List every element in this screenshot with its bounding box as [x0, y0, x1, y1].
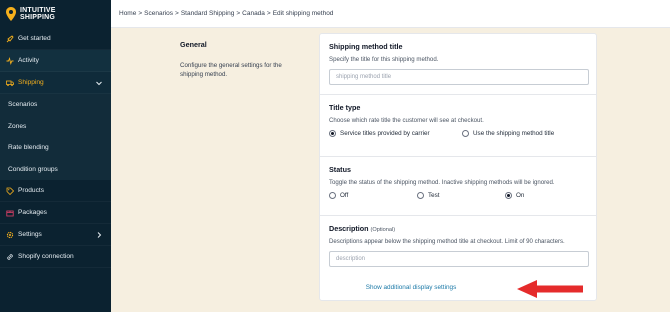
radio-label: Service titles provided by carrier	[340, 130, 430, 137]
description-input[interactable]: description	[329, 251, 589, 267]
package-icon	[6, 209, 14, 217]
sidebar-item-shopify-connection[interactable]: Shopify connection	[0, 246, 111, 268]
title-type-radio-group: Service titles provided by carrier Use t…	[329, 130, 587, 137]
radio-label: Test	[428, 192, 440, 199]
description-help: Descriptions appear below the shipping m…	[329, 238, 565, 245]
breadcrumb-current: Edit shipping method	[272, 10, 334, 17]
sidebar-item-packages[interactable]: Packages	[0, 202, 111, 224]
sidebar-subitem-scenarios[interactable]: Scenarios	[0, 94, 111, 116]
chevron-down-icon	[96, 81, 102, 86]
sidebar-item-settings[interactable]: Settings	[0, 224, 111, 246]
general-description: Configure the general settings for the s…	[180, 62, 282, 78]
method-title-label: Shipping method title	[329, 42, 403, 51]
rocket-icon	[6, 34, 14, 43]
radio-label: Use the shipping method title	[473, 130, 555, 137]
link-icon	[6, 253, 14, 261]
radio-carrier-titles[interactable]: Service titles provided by carrier	[329, 130, 462, 137]
radio-unselected-icon	[417, 192, 424, 199]
description-label: Description (Optional)	[329, 224, 587, 233]
tag-icon	[6, 187, 14, 195]
sidebar-item-label: Get started	[18, 35, 51, 42]
description-section: Description (Optional) Descriptions appe…	[320, 216, 596, 276]
sidebar-subitem-label: Zones	[8, 122, 27, 130]
sidebar-subitem-label: Scenarios	[8, 101, 38, 109]
sidebar-subitem-condition-groups[interactable]: Condition groups	[0, 158, 111, 180]
radio-status-test[interactable]: Test	[417, 192, 505, 199]
status-section: Status Toggle the status of the shipping…	[320, 157, 596, 216]
sidebar-item-activity[interactable]: Activity	[0, 50, 111, 72]
radio-status-on[interactable]: On	[505, 192, 524, 199]
sidebar-subitem-label: Rate blending	[8, 144, 49, 152]
general-section-intro: General Configure the general settings f…	[180, 40, 300, 79]
breadcrumb-canada[interactable]: Canada	[242, 10, 265, 17]
radio-method-title[interactable]: Use the shipping method title	[462, 130, 554, 137]
general-title: General	[180, 40, 207, 49]
radio-status-off[interactable]: Off	[329, 192, 417, 199]
sidebar-item-label: Shipping	[18, 79, 44, 86]
sidebar-item-label: Products	[18, 187, 45, 194]
sidebar-item-label: Shopify connection	[18, 253, 74, 260]
sidebar-nav: Get started Activity Shipping Scenarios …	[0, 28, 111, 268]
breadcrumb-standard-shipping[interactable]: Standard Shipping	[181, 10, 235, 17]
truck-icon	[6, 79, 14, 87]
radio-label: On	[516, 192, 525, 199]
radio-unselected-icon	[462, 130, 469, 137]
brand-line-1: INTUITIVE	[20, 7, 56, 14]
sidebar-subitem-label: Condition groups	[8, 165, 58, 173]
radio-label: Off	[340, 192, 349, 199]
sidebar-item-products[interactable]: Products	[0, 180, 111, 202]
breadcrumb-separator: >	[266, 10, 271, 17]
breadcrumb-separator: >	[175, 10, 179, 17]
radio-selected-icon	[505, 192, 512, 199]
activity-icon	[6, 56, 14, 65]
breadcrumb-home[interactable]: Home	[119, 10, 136, 17]
optional-tag: (Optional)	[370, 227, 396, 233]
sidebar-subitem-rate-blending[interactable]: Rate blending	[0, 137, 111, 159]
chevron-right-icon	[97, 232, 102, 238]
breadcrumb: Home > Scenarios > Standard Shipping > Cana…	[111, 0, 670, 28]
sidebar-subitem-zones[interactable]: Zones	[0, 115, 111, 137]
gear-icon	[6, 231, 14, 239]
brand-line-2: SHIPPING	[20, 14, 56, 21]
sidebar-item-get-started[interactable]: Get started	[0, 28, 111, 50]
sidebar-item-label: Activity	[18, 57, 39, 64]
brand-logo[interactable]: INTUITIVE SHIPPING	[0, 0, 111, 28]
title-type-section: Title type Choose which rate title the c…	[320, 95, 596, 157]
title-type-label: Title type	[329, 103, 361, 112]
breadcrumb-scenarios[interactable]: Scenarios	[144, 10, 173, 17]
breadcrumb-separator: >	[138, 10, 143, 17]
method-title-input[interactable]: shipping method title	[329, 69, 589, 85]
sidebar: INTUITIVE SHIPPING Get started Activity …	[0, 0, 111, 312]
brand-name: INTUITIVE SHIPPING	[20, 7, 56, 21]
location-pin-icon	[6, 7, 16, 21]
method-title-section: Shipping method title Specify the title …	[320, 34, 596, 95]
show-additional-settings-link[interactable]: Show additional display settings	[366, 284, 457, 291]
breadcrumb-separator: >	[236, 10, 241, 17]
status-help: Toggle the status of the shipping method…	[329, 179, 555, 186]
description-label-text: Description	[329, 224, 369, 233]
red-arrow-annotation	[517, 280, 583, 298]
radio-selected-icon	[329, 130, 336, 137]
method-title-help: Specify the title for this shipping meth…	[329, 56, 439, 63]
status-label: Status	[329, 165, 351, 174]
title-type-help: Choose which rate title the customer wil…	[329, 117, 484, 124]
radio-unselected-icon	[329, 192, 336, 199]
status-radio-group: Off Test On	[329, 192, 587, 199]
sidebar-item-shipping[interactable]: Shipping	[0, 72, 111, 94]
settings-card: Shipping method title Specify the title …	[319, 33, 597, 301]
sidebar-item-label: Packages	[18, 209, 47, 216]
sidebar-item-label: Settings	[18, 231, 42, 238]
